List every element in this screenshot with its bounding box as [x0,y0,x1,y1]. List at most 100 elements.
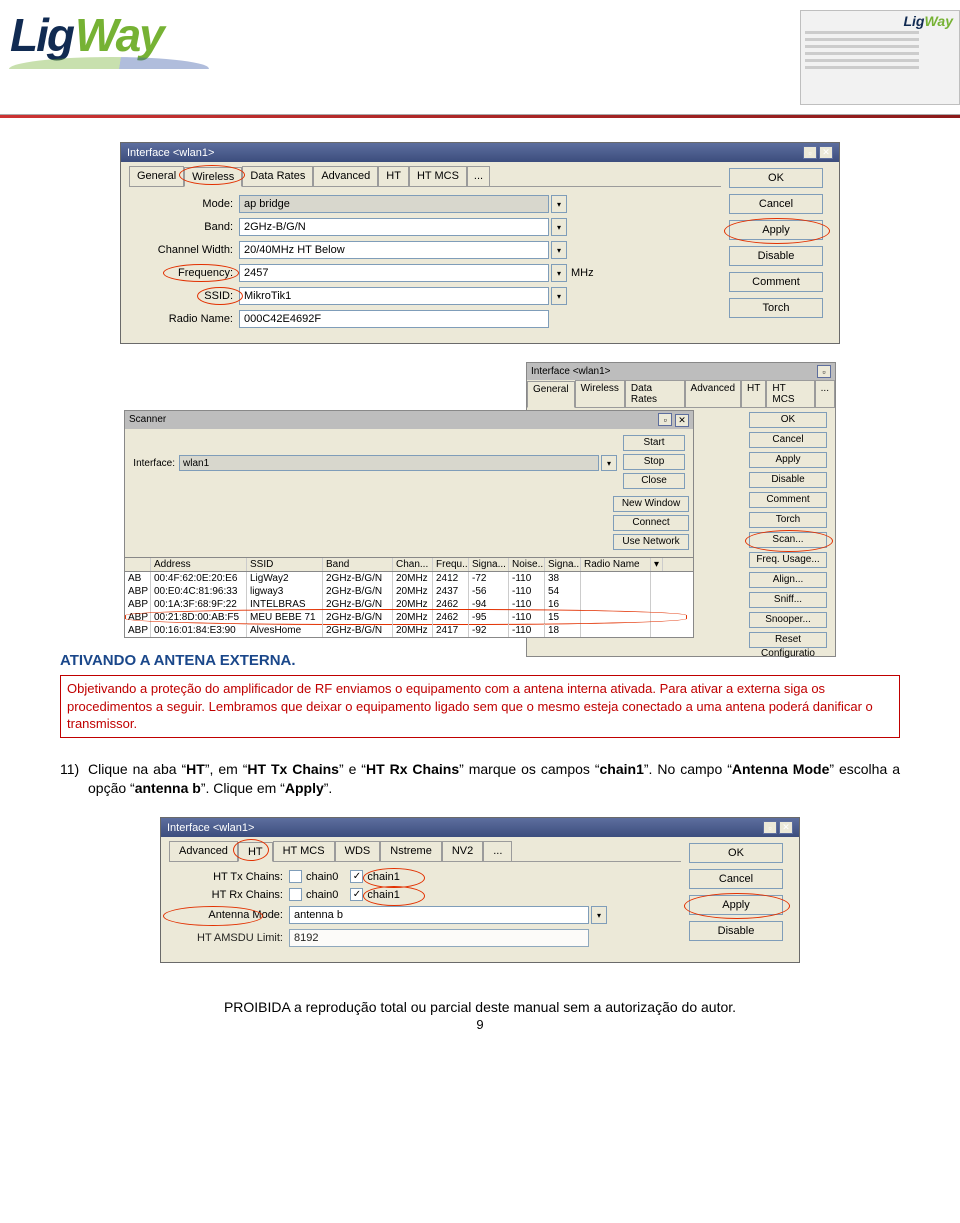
band-input[interactable]: 2GHz-B/G/N [239,218,549,236]
torch-button[interactable]: Torch [729,298,823,318]
col-band[interactable]: Band [323,558,393,571]
close-icon[interactable]: ✕ [819,146,833,159]
sb-scan[interactable]: Scan... [749,532,827,548]
disable-button[interactable]: Disable [729,246,823,266]
sb-ok[interactable]: OK [749,412,827,428]
stab-htmcs[interactable]: HT MCS [766,380,814,407]
rx-chain0-checkbox[interactable] [289,888,302,901]
d3-disable-button[interactable]: Disable [689,921,783,941]
step-number: 11) [60,760,88,798]
sb-disable[interactable]: Disable [749,472,827,488]
scanner-row[interactable]: AB00:4F:62:0E:20:E6LigWay22GHz-B/G/N20MH… [125,572,693,585]
channel-width-input[interactable]: 20/40MHz HT Below [239,241,549,259]
d3-tab-nv2[interactable]: NV2 [442,841,483,861]
mode-input[interactable]: ap bridge [239,195,549,213]
tx-chain1-checkbox[interactable]: ✓ [350,870,363,883]
d3-restore-icon[interactable]: ▫ [763,821,777,834]
col-radio-name[interactable]: Radio Name [581,558,651,571]
scanner-close-button[interactable]: Close [623,473,685,489]
scanner-row[interactable]: ABP00:21:8D:00:AB:F5MEU BEBE 712GHz-B/G/… [125,611,693,624]
stab-datarates[interactable]: Data Rates [625,380,685,407]
tab-more[interactable]: ... [467,166,490,186]
scanner-interface-dropdown-icon[interactable]: ▾ [601,455,617,471]
sb-apply[interactable]: Apply [749,452,827,468]
tab-htmcs[interactable]: HT MCS [409,166,467,186]
window-restore-icon[interactable]: ▫ [803,146,817,159]
band-label: Band: [129,221,239,233]
antenna-mode-input[interactable]: antenna b [289,906,589,924]
tx-chain0-checkbox[interactable] [289,870,302,883]
scanner-table: Address SSID Band Chan... Frequ... Signa… [125,557,693,637]
tab-ht[interactable]: HT [378,166,409,186]
radio-name-input[interactable]: 000C42E4692F [239,310,549,328]
scanner-use-network-button[interactable]: Use Network [613,534,689,550]
d3-ok-button[interactable]: OK [689,843,783,863]
small-dialog-titlebar[interactable]: Interface <wlan1> ▫ [527,363,835,380]
dialog3-titlebar[interactable]: Interface <wlan1> ▫ ✕ [161,818,799,837]
sb-freq-usage[interactable]: Freq. Usage... [749,552,827,568]
col-noise[interactable]: Noise... [509,558,545,571]
col-ssid[interactable]: SSID [247,558,323,571]
comment-button[interactable]: Comment [729,272,823,292]
col-channel[interactable]: Chan... [393,558,433,571]
sb-snooper[interactable]: Snooper... [749,612,827,628]
apply-button[interactable]: Apply [729,220,823,240]
scanner-start-button[interactable]: Start [623,435,685,451]
scanner-row[interactable]: ABP00:E0:4C:81:96:33ligway32GHz-B/G/N20M… [125,585,693,598]
stab-more[interactable]: ... [815,380,835,407]
sb-align[interactable]: Align... [749,572,827,588]
scanner-new-window-button[interactable]: New Window [613,496,689,512]
frequency-input[interactable]: 2457 [239,264,549,282]
ssid-dropdown-icon[interactable]: ▾ [551,287,567,305]
rx-chain1-checkbox[interactable]: ✓ [350,888,363,901]
scanner-stop-button[interactable]: Stop [623,454,685,470]
scanner-interface-label: Interface: [129,458,179,469]
d3-tab-ht[interactable]: HT [238,842,273,862]
col-signal[interactable]: Signa... [469,558,509,571]
d3-cancel-button[interactable]: Cancel [689,869,783,889]
scanner-table-header[interactable]: Address SSID Band Chan... Frequ... Signa… [125,558,693,572]
stab-advanced[interactable]: Advanced [685,380,741,407]
col-corner-dropdown-icon[interactable]: ▾ [651,558,663,571]
d3-tab-advanced[interactable]: Advanced [169,841,238,861]
scanner-restore-icon[interactable]: ▫ [658,413,672,426]
stab-ht[interactable]: HT [741,380,766,407]
d3-tab-nstreme[interactable]: Nstreme [380,841,442,861]
band-dropdown-icon[interactable]: ▾ [551,218,567,236]
stab-wireless[interactable]: Wireless [575,380,625,407]
d3-tab-htmcs[interactable]: HT MCS [273,841,335,861]
mode-dropdown-icon[interactable]: ▾ [551,195,567,213]
amsdu-input[interactable]: 8192 [289,929,589,947]
d3-close-icon[interactable]: ✕ [779,821,793,834]
d3-tab-wds[interactable]: WDS [335,841,381,861]
scanner-connect-button[interactable]: Connect [613,515,689,531]
frequency-dropdown-icon[interactable]: ▾ [551,264,567,282]
tab-wireless[interactable]: Wireless [184,167,242,187]
ok-button[interactable]: OK [729,168,823,188]
small-restore-icon[interactable]: ▫ [817,365,831,378]
d3-tab-more[interactable]: ... [483,841,512,861]
channel-width-dropdown-icon[interactable]: ▾ [551,241,567,259]
tab-advanced[interactable]: Advanced [313,166,378,186]
tab-general[interactable]: General [129,166,184,186]
sb-reset[interactable]: Reset Configuratio [749,632,827,648]
tab-data-rates[interactable]: Data Rates [242,166,313,186]
col-address[interactable]: Address [151,558,247,571]
ssid-input[interactable]: MikroTik1 [239,287,549,305]
sb-torch[interactable]: Torch [749,512,827,528]
scanner-interface-input[interactable]: wlan1 [179,455,599,471]
d3-apply-button[interactable]: Apply [689,895,783,915]
channel-width-label: Channel Width: [129,244,239,256]
stab-general[interactable]: General [527,381,575,408]
col-snr[interactable]: Signa... [545,558,581,571]
dialog-titlebar[interactable]: Interface <wlan1> ▫ ✕ [121,143,839,162]
col-freq[interactable]: Frequ... [433,558,469,571]
scanner-titlebar[interactable]: Scanner ▫ ✕ [125,411,693,429]
antenna-mode-dropdown-icon[interactable]: ▾ [591,906,607,924]
sb-cancel[interactable]: Cancel [749,432,827,448]
sb-comment[interactable]: Comment [749,492,827,508]
cancel-button[interactable]: Cancel [729,194,823,214]
sb-sniff[interactable]: Sniff... [749,592,827,608]
scanner-row[interactable]: ABP00:16:01:84:E3:90AlvesHome2GHz-B/G/N2… [125,624,693,637]
scanner-close-icon[interactable]: ✕ [675,414,689,427]
